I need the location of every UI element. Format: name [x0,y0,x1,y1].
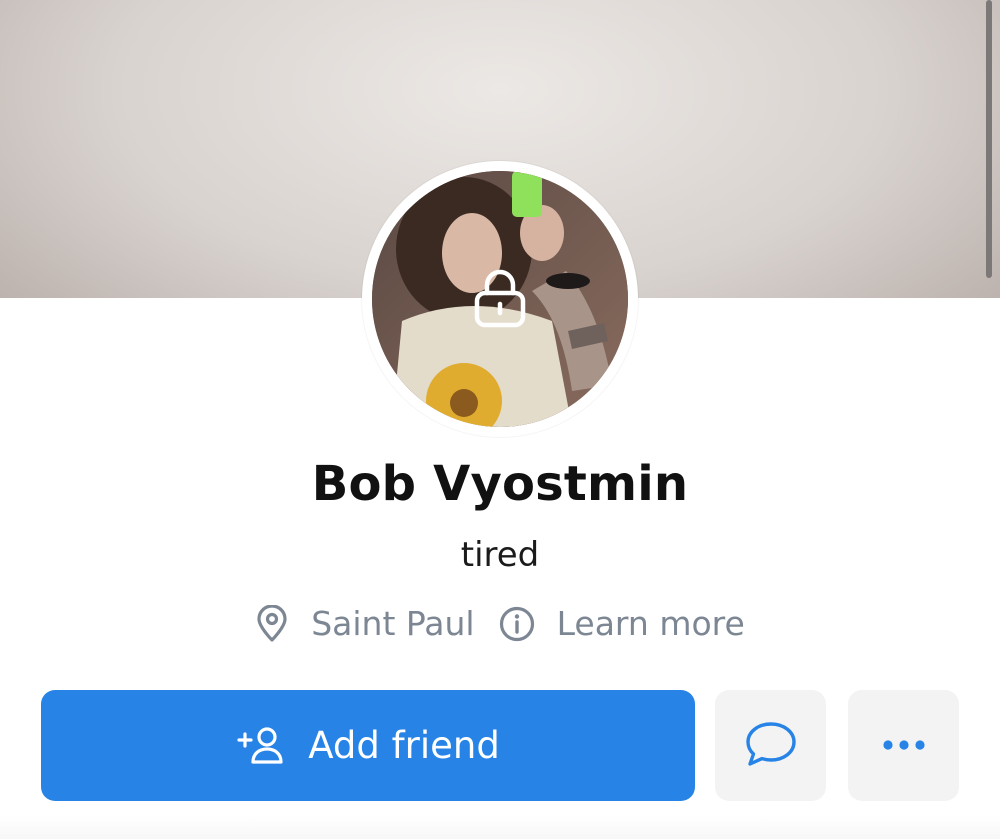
profile-meta: Saint Paul Learn more [0,604,1000,643]
more-horizontal-icon [882,736,926,755]
profile-name: Bob Vyostmin [311,456,689,512]
info-circle-icon [499,606,535,642]
bottom-divider [0,815,1000,839]
action-bar: Add friend [41,690,959,801]
location-item: Saint Paul [255,604,475,643]
message-button[interactable] [715,690,826,801]
lock-icon [474,267,526,333]
chat-bubble-icon [744,720,798,772]
learn-more-link[interactable]: Learn more [499,604,745,643]
add-friend-label: Add friend [308,724,500,767]
learn-more-text: Learn more [556,604,745,643]
avatar[interactable] [372,171,628,427]
add-person-icon [236,726,286,766]
more-options-button[interactable] [848,690,959,801]
profile-page: Bob Vyostmin tired Saint Paul Learn more [0,0,1000,839]
map-pin-icon [255,604,289,643]
profile-status: tired [460,535,540,575]
location-text: Saint Paul [311,604,475,643]
avatar-ring [362,161,638,437]
add-friend-button[interactable]: Add friend [41,690,695,801]
scrollbar[interactable] [986,0,992,278]
